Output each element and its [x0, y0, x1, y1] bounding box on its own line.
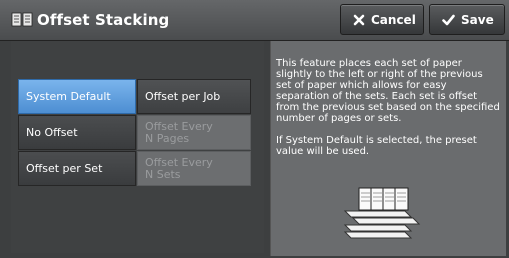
- save-button[interactable]: Save: [429, 4, 505, 35]
- page-title: Offset Stacking: [37, 11, 170, 29]
- cancel-button[interactable]: Cancel: [340, 4, 424, 35]
- offset-paper-stack-illustration: [343, 187, 421, 239]
- sub-option-offset-per-job[interactable]: Offset per Job: [137, 79, 251, 114]
- description-text: This feature places each set of paper sl…: [276, 58, 501, 168]
- option-offset-per-set[interactable]: Offset per Set: [18, 151, 136, 186]
- offset-stacking-screen: Offset Stacking Cancel Save System Defau…: [0, 0, 509, 258]
- option-system-default[interactable]: System Default: [18, 79, 136, 114]
- sub-option-label: Offset per Job: [145, 89, 221, 103]
- offset-stack-icon: [11, 12, 33, 27]
- sub-option-offset-every-n-pages[interactable]: Offset Every N Pages: [137, 115, 251, 150]
- description-paragraph: This feature places each set of paper sl…: [276, 58, 500, 124]
- save-label: Save: [461, 12, 494, 27]
- sub-option-label: Offset Every N Sets: [145, 155, 213, 181]
- option-label: No Offset: [26, 125, 78, 139]
- option-label: System Default: [26, 89, 111, 103]
- option-no-offset[interactable]: No Offset: [18, 115, 136, 150]
- description-paragraph: If System Default is selected, the prese…: [276, 135, 477, 157]
- x-icon: [353, 14, 365, 25]
- sub-option-label: Offset Every N Pages: [145, 119, 213, 145]
- header-bar: Offset Stacking Cancel Save: [0, 0, 509, 41]
- checkmark-icon: [442, 14, 455, 25]
- option-label: Offset per Set: [26, 161, 103, 175]
- cancel-label: Cancel: [371, 12, 416, 27]
- sub-option-offset-every-n-sets[interactable]: Offset Every N Sets: [137, 151, 251, 186]
